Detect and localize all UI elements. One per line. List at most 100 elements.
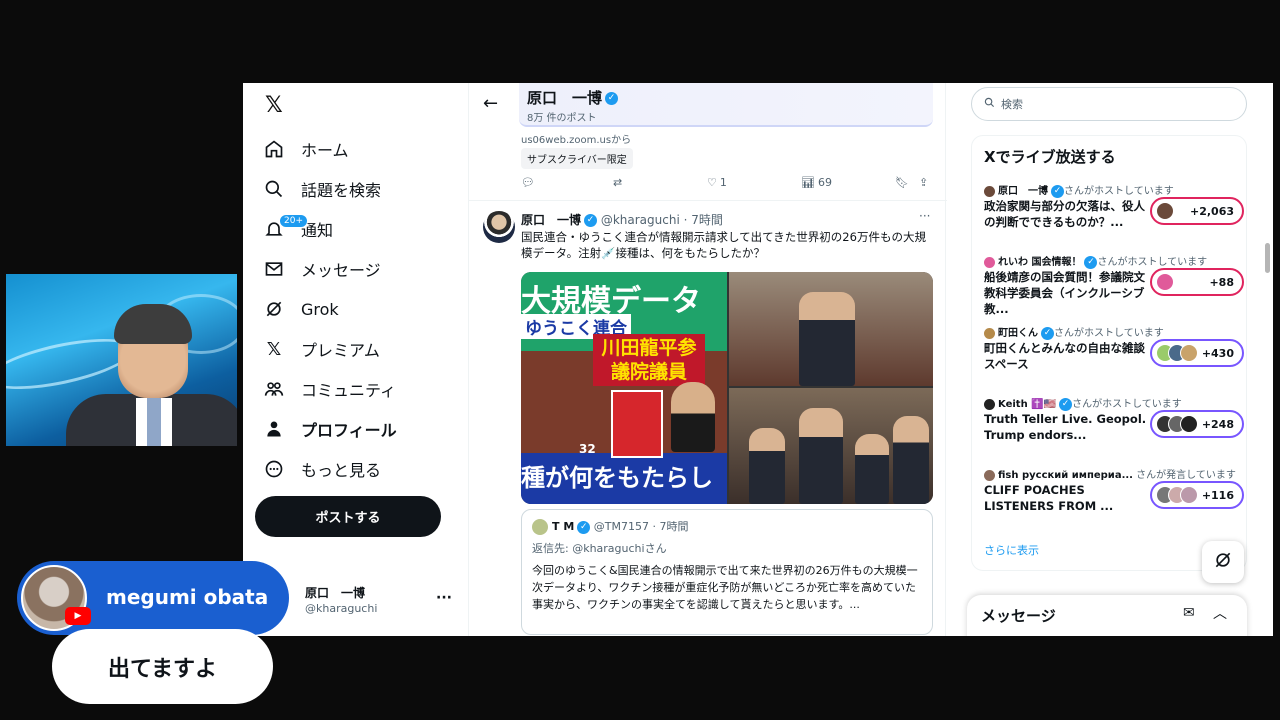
space-host: 原口 一博 ✓ さんがホストしています	[984, 182, 1174, 198]
space-item[interactable]: fish русский империа... さんが発言しています CLIFF…	[984, 466, 1244, 526]
grok-icon	[1213, 550, 1233, 575]
account-more-icon[interactable]: ···	[436, 590, 452, 606]
grok-icon	[263, 298, 285, 320]
book-cover	[611, 390, 663, 458]
verified-icon: ✓	[584, 214, 598, 227]
space-status: さんがホストしています	[1097, 257, 1208, 268]
profile-header: 原口 一博 ✓ 8万 件のポスト	[519, 83, 933, 127]
space-item[interactable]: れいわ 国会情報！ ✓ さんがホストしています 船後靖彦の国会質問！参議院文教科学委…	[984, 253, 1244, 316]
messages-drawer[interactable]: メッセージ ✉︎ ︿	[967, 595, 1247, 636]
avatar	[984, 256, 995, 268]
divider	[469, 200, 947, 201]
nav-notifications[interactable]: 20+ 通知	[263, 213, 333, 245]
nav-premium[interactable]: 𝕏 プレミアム	[263, 333, 380, 365]
verified-icon: ✓	[1059, 397, 1073, 411]
nav-communities[interactable]: コミュニティ	[263, 373, 396, 405]
chat-username: megumi obata	[106, 585, 269, 609]
verified-icon: ✓	[1084, 255, 1098, 269]
space-item[interactable]: 町田くん ✓ さんがホストしています 町田くんとみんなの自由な雑談スペース +430	[984, 324, 1244, 384]
space-title: 政治家関与部分の欠落は、役人の判断でできるものか？...	[984, 199, 1145, 229]
avatar[interactable]	[483, 211, 515, 243]
back-arrow-icon[interactable]: ←	[483, 93, 498, 114]
nav-home[interactable]: ホーム	[263, 133, 349, 165]
listener-count: +248	[1201, 417, 1234, 431]
space-listener-pill[interactable]: +116	[1150, 481, 1244, 509]
search-icon	[984, 97, 995, 111]
image-number: 32	[579, 442, 596, 456]
bookmark-button[interactable]: 🔖︎	[895, 176, 909, 189]
avatar	[984, 469, 995, 481]
share-button[interactable]: ⇪	[919, 176, 928, 189]
space-item[interactable]: 原口 一博 ✓ さんがホストしています 政治家関与部分の欠落は、役人の判断でできるも…	[984, 182, 1244, 242]
bookmark-icon: 🔖︎	[895, 176, 909, 189]
space-listener-pill[interactable]: +430	[1150, 339, 1244, 367]
listener-count: +116	[1201, 488, 1234, 502]
search-input[interactable]: 検索	[971, 87, 1247, 121]
nav-more[interactable]: もっと見る	[263, 453, 381, 485]
space-title: Truth Teller Live. Geopol. Trump endors.…	[984, 412, 1147, 442]
account-switcher[interactable]: 原口 一博 @kharaguchi ···	[283, 580, 458, 624]
space-host-name: fish русский империа...	[998, 470, 1133, 481]
presenter-shirt	[136, 398, 172, 446]
chevron-up-icon[interactable]: ︿	[1213, 603, 1227, 623]
reply-button[interactable]: 💬︎	[521, 176, 535, 189]
space-listener-pill[interactable]: +88	[1150, 268, 1244, 296]
notification-badge: 20+	[279, 214, 308, 228]
tweet-author-name[interactable]: 原口 一博	[521, 213, 581, 227]
heart-icon: ♡	[707, 176, 717, 189]
x-browser-window: 𝕏 ホーム 話題を検索 20+ 通知 メッセージ Grok 𝕏 プレミアム コミ…	[243, 83, 1273, 636]
views-icon: 📊︎	[801, 176, 815, 189]
nav-profile-label: プロフィール	[301, 421, 397, 440]
stream-stage: 𝕏 ホーム 話題を検索 20+ 通知 メッセージ Grok 𝕏 プレミアム コミ…	[0, 0, 1280, 720]
listener-count: +430	[1201, 346, 1234, 360]
space-item[interactable]: Keith ✝️🇺🇸 ✓ さんがホストしています Truth Teller Live…	[984, 395, 1244, 455]
committee-member	[893, 416, 929, 504]
listener-avatars	[1156, 415, 1198, 433]
views-button[interactable]: 📊︎ 69	[801, 176, 832, 189]
new-message-icon[interactable]: ✉︎	[1183, 605, 1195, 621]
nav-profile[interactable]: プロフィール	[263, 413, 397, 445]
like-button[interactable]: ♡ 1	[707, 176, 727, 189]
tweet-image[interactable]: 大規模データ ゆうこく連合 川田龍平参議院議員 32 種が何をもたらし	[521, 272, 933, 504]
grok-button[interactable]	[1202, 541, 1244, 583]
chat-username-bubble: ▶ megumi obata	[17, 561, 289, 635]
nav-grok-label: Grok	[301, 299, 339, 319]
politician-photo	[671, 382, 715, 452]
committee-member	[855, 434, 889, 504]
image-panel-bottom-right	[729, 388, 933, 504]
tweet-more-icon[interactable]: ···	[919, 209, 930, 223]
nav-explore[interactable]: 話題を検索	[263, 173, 381, 205]
nav-messages[interactable]: メッセージ	[263, 253, 381, 285]
image-bottom-text: 種が何をもたらし	[521, 464, 713, 492]
quote-reply-to: 返信先: @kharaguchiさん	[532, 542, 667, 555]
committee-member	[749, 428, 785, 504]
nav-premium-label: プレミアム	[301, 341, 380, 360]
tweet-handle-time[interactable]: @kharaguchi · 7時間	[601, 213, 723, 227]
space-title: CLIFF POACHES LISTENERS FROM ...	[984, 483, 1114, 513]
subscriber-only-label: サブスクライバー限定	[521, 148, 633, 169]
post-count: 8万 件のポスト	[527, 113, 597, 124]
space-status: さんがホストしています	[1064, 186, 1174, 197]
scrollbar[interactable]	[1265, 243, 1270, 273]
nav-more-label: もっと見る	[301, 461, 382, 480]
quoted-tweet[interactable]: T M ✓ @TM7157 · 7時間 返信先: @kharaguchiさん 今回…	[521, 509, 933, 635]
nav-grok[interactable]: Grok	[263, 293, 339, 325]
messages-title: メッセージ	[981, 607, 1056, 625]
show-more-link[interactable]: さらに表示	[984, 542, 1039, 558]
share-icon: ⇪	[919, 176, 929, 189]
avatar	[984, 327, 995, 339]
mail-icon	[263, 258, 285, 280]
people-icon	[263, 378, 285, 400]
person-icon	[263, 418, 285, 440]
post-button[interactable]: ポストする	[255, 496, 441, 537]
verified-icon: ✓	[1051, 184, 1064, 198]
space-listener-pill[interactable]: +248	[1150, 410, 1244, 438]
live-spaces-panel: Xでライブ放送する 原口 一博 ✓ さんがホストしています 政治家関与部分の欠落は、…	[971, 135, 1247, 571]
link-source[interactable]: us06web.zoom.usから	[521, 131, 631, 146]
repost-button[interactable]: ⇄	[613, 176, 622, 189]
space-title: 船後靖彦の国会質問！参議院文教科学委員会（インクルーシブ教...	[984, 270, 1145, 316]
x-logo-icon[interactable]: 𝕏	[265, 95, 287, 117]
space-listener-pill[interactable]: +2,063	[1150, 197, 1244, 225]
avatar	[984, 398, 995, 410]
image-panel-left: 大規模データ ゆうこく連合 川田龍平参議院議員 32 種が何をもたらし	[521, 272, 727, 504]
